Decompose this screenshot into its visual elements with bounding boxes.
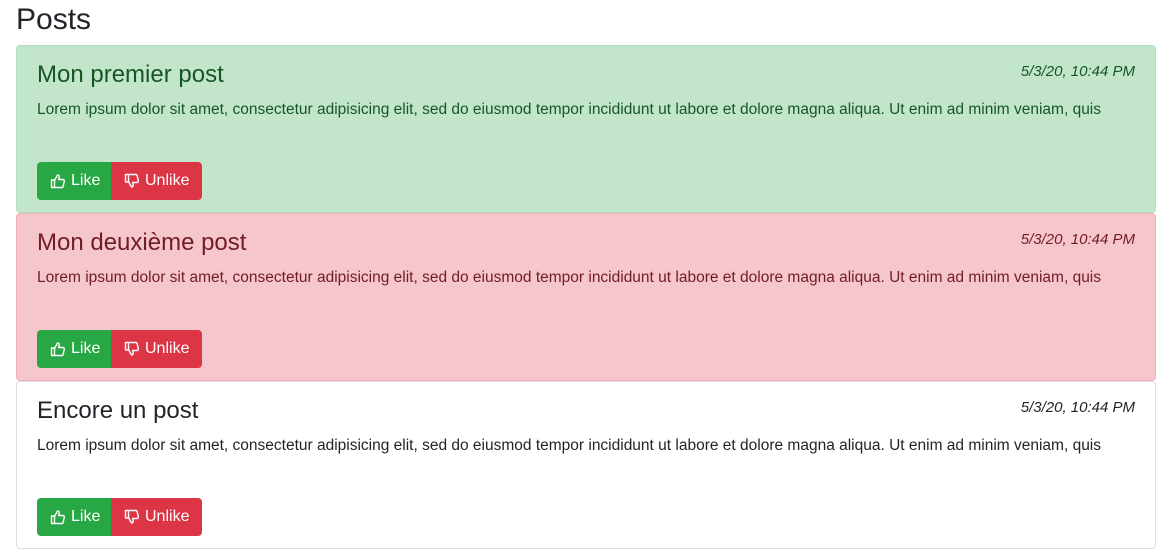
unlike-button-label: Unlike	[145, 172, 190, 189]
like-button-label: Like	[71, 340, 101, 357]
thumbs-up-icon	[50, 173, 66, 189]
like-button[interactable]: Like	[37, 330, 111, 368]
post-date: 5/3/20, 10:44 PM	[1020, 63, 1135, 80]
post-actions: Like Unlike	[37, 498, 202, 536]
thumbs-up-icon	[50, 341, 66, 357]
post-header: Encore un post 5/3/20, 10:44 PM	[37, 396, 1135, 426]
like-button[interactable]: Like	[37, 498, 111, 536]
post-actions: Like Unlike	[37, 330, 202, 368]
post-content: Lorem ipsum dolor sit amet, consectetur …	[37, 437, 1102, 454]
post-item: Mon premier post 5/3/20, 10:44 PM Lorem …	[16, 45, 1156, 213]
post-title: Mon deuxième post	[37, 229, 247, 256]
unlike-button[interactable]: Unlike	[111, 330, 202, 368]
like-button-label: Like	[71, 508, 101, 525]
thumbs-up-icon	[50, 509, 66, 525]
post-list: Mon premier post 5/3/20, 10:44 PM Lorem …	[16, 45, 1156, 549]
post-item: Mon deuxième post 5/3/20, 10:44 PM Lorem…	[16, 213, 1156, 381]
page-title: Posts	[16, 3, 92, 36]
thumbs-down-icon	[124, 173, 140, 189]
post-content: Lorem ipsum dolor sit amet, consectetur …	[37, 269, 1102, 286]
post-title: Encore un post	[37, 397, 199, 424]
post-content: Lorem ipsum dolor sit amet, consectetur …	[37, 101, 1102, 118]
post-item: Encore un post 5/3/20, 10:44 PM Lorem ip…	[16, 381, 1156, 549]
post-title: Mon premier post	[37, 61, 224, 88]
post-date: 5/3/20, 10:44 PM	[1020, 399, 1135, 416]
like-button-label: Like	[71, 172, 101, 189]
post-actions: Like Unlike	[37, 162, 202, 200]
post-date: 5/3/20, 10:44 PM	[1020, 231, 1135, 248]
unlike-button[interactable]: Unlike	[111, 498, 202, 536]
thumbs-down-icon	[124, 509, 140, 525]
thumbs-down-icon	[124, 341, 140, 357]
post-header: Mon premier post 5/3/20, 10:44 PM	[37, 60, 1135, 90]
unlike-button-label: Unlike	[145, 508, 190, 525]
unlike-button[interactable]: Unlike	[111, 162, 202, 200]
post-header: Mon deuxième post 5/3/20, 10:44 PM	[37, 228, 1135, 258]
unlike-button-label: Unlike	[145, 340, 190, 357]
like-button[interactable]: Like	[37, 162, 111, 200]
